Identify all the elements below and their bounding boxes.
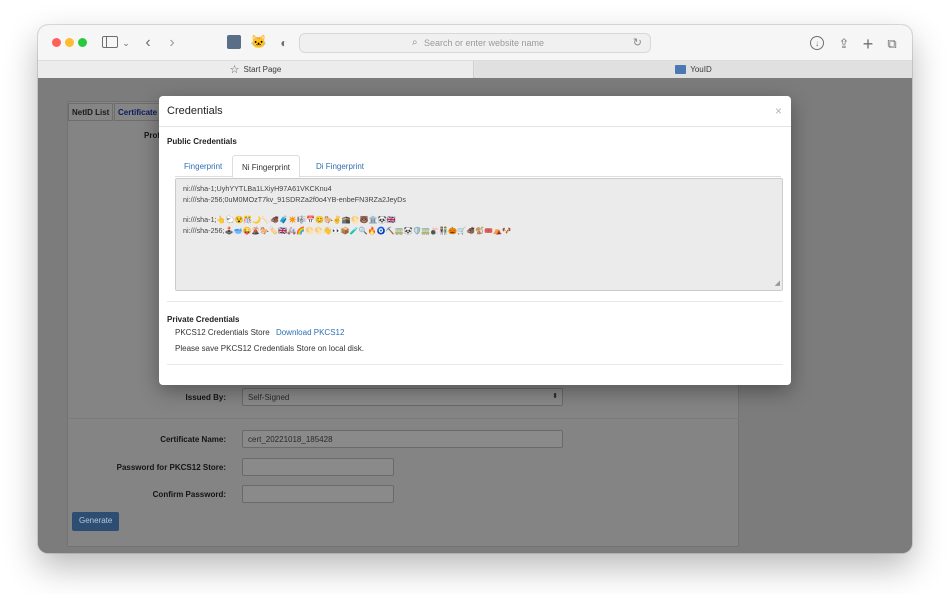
tab-ni-fingerprint[interactable]: Ni Fingerprint bbox=[232, 155, 301, 178]
address-bar[interactable]: ⌕ Search or enter website name ↻ bbox=[299, 33, 651, 53]
modal-title: Credentials bbox=[167, 105, 223, 117]
ni-emoji-sha256-line: ni:///sha-256;🕹️🥣😜🌋🐎🏷️🇬🇧🚑🌈🌕🌕👋👀📦🧪🔍🔥🧿⛏️🚃🐼🛡… bbox=[183, 225, 511, 235]
save-note: Please save PKCS12 Credentials Store on … bbox=[175, 344, 364, 353]
confirm-password-input[interactable] bbox=[242, 485, 394, 503]
pkcs12-label: PKCS12 Credentials Store bbox=[175, 328, 270, 337]
credential-tabs: Fingerprint Ni Fingerprint Di Fingerprin… bbox=[175, 155, 781, 178]
address-bar-placeholder: Search or enter website name bbox=[424, 38, 545, 48]
minimize-window-button[interactable] bbox=[65, 38, 74, 47]
private-credentials-title: Private Credentials bbox=[167, 315, 240, 324]
browser-tab-youid[interactable]: YouID bbox=[475, 61, 912, 78]
downloads-icon[interactable]: ↓ bbox=[810, 36, 824, 50]
close-window-button[interactable] bbox=[52, 38, 61, 47]
star-icon: ☆ bbox=[229, 64, 240, 76]
youid-favicon-icon bbox=[675, 65, 687, 74]
credentials-textarea[interactable]: ni:///sha-1;UyhYYTLBa1LXiyH97A61VKCKnu4 … bbox=[175, 178, 783, 291]
extension-icon[interactable] bbox=[227, 35, 241, 49]
issued-by-value: Self-Signed bbox=[248, 393, 290, 402]
back-button[interactable]: ‹ bbox=[141, 33, 155, 53]
divider bbox=[167, 301, 783, 302]
browser-tab-label: YouID bbox=[690, 65, 712, 74]
browser-toolbar: ⌄ ‹ › 🐱 ◐ ⌕ Search or enter website name… bbox=[38, 25, 912, 61]
pkcs12-password-label: Password for PKCS12 Store: bbox=[116, 463, 226, 472]
reload-icon[interactable]: ↻ bbox=[633, 36, 642, 49]
browser-tab-strip: ☆ Start Page YouID bbox=[38, 61, 912, 78]
issued-by-label: Issued By: bbox=[185, 393, 226, 402]
privacy-shield-icon[interactable]: ◐ bbox=[278, 33, 290, 53]
issued-by-select[interactable]: Self-Signed ⬍ bbox=[242, 388, 563, 406]
tab-fingerprint[interactable]: Fingerprint bbox=[175, 155, 231, 177]
public-credentials-title: Public Credentials bbox=[167, 137, 237, 146]
generate-button[interactable]: Generate bbox=[72, 512, 120, 531]
profile-label: Prof bbox=[144, 131, 160, 140]
sidebar-icon[interactable] bbox=[102, 36, 118, 48]
search-icon: ⌕ bbox=[412, 37, 418, 48]
divider bbox=[67, 418, 739, 419]
tab-overview-icon[interactable]: ⧉ bbox=[884, 34, 900, 54]
tab-netid-list[interactable]: NetID List bbox=[68, 103, 114, 121]
divider bbox=[167, 364, 783, 365]
tab-certificate[interactable]: Certificate bbox=[114, 103, 162, 121]
new-tab-icon[interactable]: + bbox=[860, 34, 876, 54]
close-icon[interactable]: × bbox=[775, 104, 782, 118]
chevron-down-icon[interactable]: ⌄ bbox=[122, 33, 130, 53]
tab-di-fingerprint[interactable]: Di Fingerprint bbox=[307, 155, 373, 177]
extension-cat-icon[interactable]: 🐱 bbox=[251, 34, 267, 50]
confirm-password-label: Confirm Password: bbox=[152, 490, 226, 499]
pkcs12-password-input[interactable] bbox=[242, 458, 394, 476]
browser-tab-start-page[interactable]: ☆ Start Page bbox=[38, 61, 474, 78]
share-icon[interactable]: ⇪ bbox=[836, 34, 852, 54]
certificate-name-input[interactable]: cert_20221018_185428 bbox=[242, 430, 563, 448]
ni-sha1-line: ni:///sha-1;UyhYYTLBa1LXiyH97A61VKCKnu4 bbox=[183, 184, 332, 193]
browser-tab-label: Start Page bbox=[243, 65, 282, 74]
ni-sha256-line: ni:///sha-256;0uM0MOzT7kv_91SDRZa2f0o4YB… bbox=[183, 194, 406, 204]
divider bbox=[159, 126, 791, 127]
credentials-modal: Credentials × Public Credentials Fingerp… bbox=[159, 96, 791, 385]
ni-emoji-sha1-line: ni:///sha-1;👆🐑😵🎊🌙🦴🐗🧳✴️🎼📅😊🐎✌️🕋🌕🐻🏛️🐼🇬🇧 bbox=[183, 215, 396, 224]
resize-handle-icon[interactable]: ◢ bbox=[775, 279, 780, 290]
maximize-window-button[interactable] bbox=[78, 38, 87, 47]
certificate-name-label: Certificate Name: bbox=[160, 435, 226, 444]
download-pkcs12-link[interactable]: Download PKCS12 bbox=[276, 328, 344, 337]
forward-button[interactable]: › bbox=[165, 33, 179, 53]
select-arrows-icon: ⬍ bbox=[552, 393, 558, 400]
pkcs12-row: PKCS12 Credentials Store Download PKCS12 bbox=[175, 328, 344, 337]
